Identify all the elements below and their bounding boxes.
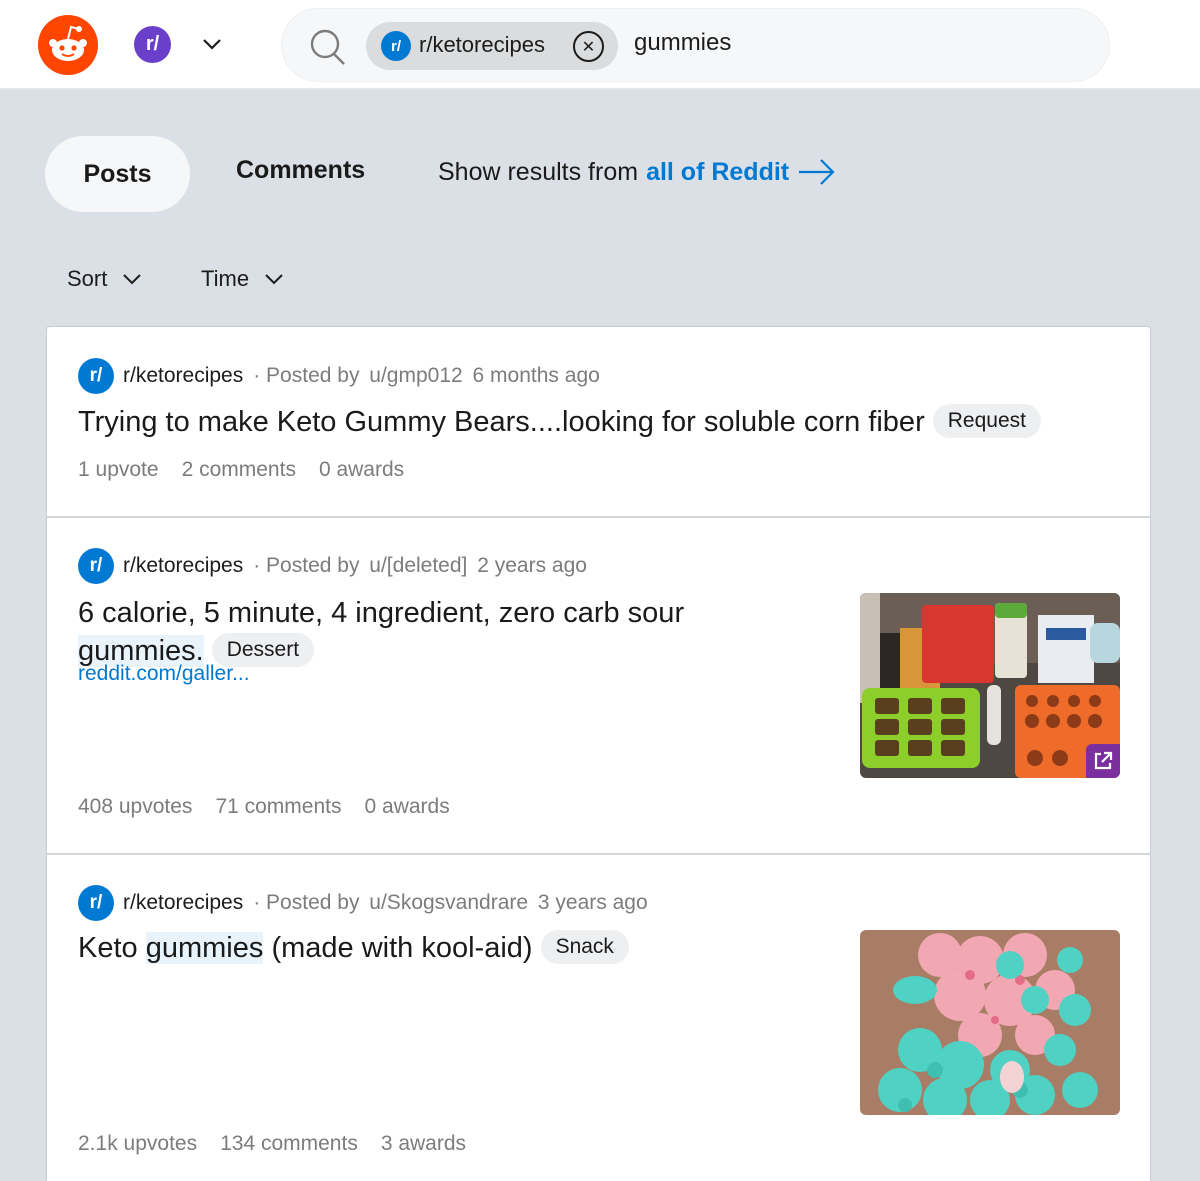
post-flair[interactable]: Request [932,404,1041,438]
gummy-molds-ingredients-photo [860,593,1120,778]
award-count: 3 awards [380,1132,467,1155]
chevron-down-icon[interactable] [200,32,224,56]
post-meta: r/ r/ketorecipes · Posted by u/gmp012 6 … [78,358,600,394]
author-link[interactable]: u/Skogsvandrare [369,891,528,914]
post-stats: 2.1k upvotes 134 comments 3 awards [78,1132,466,1156]
arrow-right-icon [799,159,835,185]
external-link-icon[interactable] [1086,744,1120,778]
subreddit-link[interactable]: r/ketorecipes [123,554,243,578]
upvote-count: 2.1k upvotes [78,1132,198,1155]
subreddit-filter-chip: r/ r/ketorecipes ✕ [366,22,618,70]
sort-label: Sort [67,266,108,291]
time-dropdown[interactable]: Time [201,266,285,292]
search-icon [310,29,345,65]
chevron-down-icon [123,274,142,285]
posted-by-label: · Posted by [253,554,360,577]
top-nav-bar: r/ r/ r/ketorecipes ✕ gummies [0,0,1200,90]
post-link[interactable]: reddit.com/galler... [78,662,250,686]
comment-count[interactable]: 134 comments [220,1132,358,1156]
award-count: 0 awards [364,795,450,818]
upvote-count: 408 upvotes [78,795,193,818]
time-label: Time [201,266,250,291]
search-highlight: gummies [145,932,264,964]
search-result-post[interactable]: r/ r/ketorecipes · Posted by u/gmp012 6 … [47,327,1150,518]
posted-by-label: · Posted by [253,364,360,387]
post-title[interactable]: Keto gummies (made with kool-aid) Snack [78,929,629,967]
post-thumbnail[interactable] [860,930,1120,1115]
post-title-text[interactable]: (made with kool-aid) [271,932,532,964]
subreddit-icon[interactable]: r/ [78,885,114,921]
close-circle-icon[interactable]: ✕ [573,31,604,62]
subreddit-icon[interactable]: r/ [78,548,114,584]
post-title-text[interactable]: Keto [78,932,138,964]
chevron-down-icon [265,274,283,285]
posted-by-label: · Posted by [253,891,360,914]
pink-teal-gummies-photo [860,930,1120,1115]
post-thumbnail[interactable] [860,593,1120,778]
post-stats: 1 upvote 2 comments 0 awards [78,458,404,482]
subreddit-icon[interactable]: r/ [78,358,114,394]
comment-count[interactable]: 71 comments [215,795,341,819]
sort-dropdown[interactable]: Sort [67,266,143,292]
award-count: 0 awards [318,458,405,481]
post-time: 3 years ago [537,891,648,914]
show-results-prefix: Show results from [438,157,639,186]
post-flair[interactable]: Snack [540,930,629,964]
post-title-text[interactable]: Trying to make Keto Gummy Bears....looki… [78,406,925,438]
post-time: 2 years ago [477,554,587,577]
post-title[interactable]: 6 calorie, 5 minute, 4 ingredient, zero … [78,594,778,670]
search-result-post[interactable]: r/ r/ketorecipes · Posted by u/Skogsvand… [47,855,1150,1181]
community-avatar[interactable]: r/ [134,26,171,63]
comment-count[interactable]: 2 comments [182,458,296,482]
tab-posts[interactable]: Posts [45,136,190,212]
author-link[interactable]: u/gmp012 [369,364,462,387]
post-title[interactable]: Trying to make Keto Gummy Bears....looki… [78,403,1041,441]
show-results-all-reddit[interactable]: Show results from all of Reddit [438,156,837,188]
reddit-logo[interactable] [38,15,98,75]
post-meta: r/ r/ketorecipes · Posted by u/Skogsvand… [78,885,648,921]
tab-comments[interactable]: Comments [236,156,365,185]
subreddit-link[interactable]: r/ketorecipes [123,891,243,915]
post-title-text[interactable]: 6 calorie, 5 minute, 4 ingredient, zero … [78,597,684,629]
subreddit-icon: r/ [381,31,411,61]
search-result-post[interactable]: r/ r/ketorecipes · Posted by u/[deleted]… [47,518,1150,855]
post-meta: r/ r/ketorecipes · Posted by u/[deleted]… [78,548,587,584]
subreddit-link[interactable]: r/ketorecipes [123,364,243,388]
subreddit-filter-label: r/ketorecipes [419,32,545,57]
search-bar[interactable]: r/ r/ketorecipes ✕ gummies [281,8,1110,82]
all-of-reddit-link[interactable]: all of Reddit [646,158,789,187]
search-results-list: r/ r/ketorecipes · Posted by u/gmp012 6 … [46,326,1151,1181]
post-time: 6 months ago [472,364,600,387]
post-stats: 408 upvotes 71 comments 0 awards [78,795,450,819]
search-input[interactable]: gummies [634,29,731,57]
upvote-count: 1 upvote [78,458,159,481]
author-link[interactable]: u/[deleted] [369,554,467,577]
reddit-snoo-icon [49,25,87,61]
